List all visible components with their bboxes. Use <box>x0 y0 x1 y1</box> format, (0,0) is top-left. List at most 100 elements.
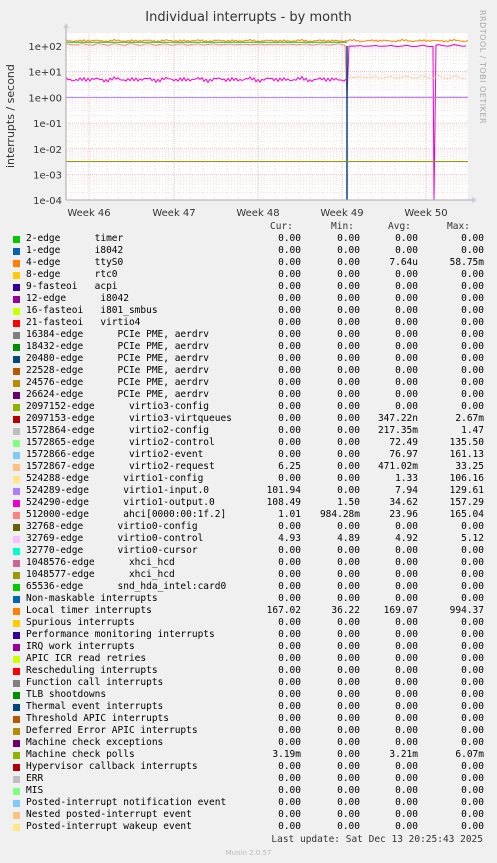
legend-value-max: 0.00 <box>461 785 484 796</box>
legend-value-avg: 34.62 <box>389 497 418 508</box>
chart-plot: 1e+02 1e+01 1e+00 1e-01 1e-02 1e-03 1e-04 Week … <box>28 23 477 219</box>
legend-row: Hypervisor callback interrupts 0.00 0.00 0.… <box>0 761 497 773</box>
legend-row: Performance monitoring interrupts 0.00 0.0… <box>0 629 497 641</box>
legend-value-max: 0.00 <box>461 365 484 376</box>
legend-series-name: 18432-edge PCIe PME, aerdrv <box>26 341 210 352</box>
legend-series-name: 524288-edge virtio1-config <box>26 473 204 484</box>
legend-swatch <box>13 404 20 411</box>
legend-series-name: Threshold APIC interrupts <box>26 713 169 724</box>
legend-value-avg: 1.33 <box>395 473 418 484</box>
legend-swatch <box>13 308 20 315</box>
legend-series-name: 65536-edge snd_hda_intel:card0 <box>26 581 227 592</box>
legend-value-avg: 0.00 <box>395 593 418 604</box>
legend-swatch <box>13 728 20 735</box>
y-tick-label: 1e-04 <box>33 196 62 207</box>
legend-value-max: 0.00 <box>461 713 484 724</box>
legend-value-max: 58.75m <box>449 257 484 268</box>
legend-row: Machine check exceptions 0.00 0.00 0.00 0.00 <box>0 737 497 749</box>
legend-series-name: Machine check exceptions <box>26 737 164 748</box>
legend-value-avg: 72.49 <box>389 437 418 448</box>
legend-series-name: 1572866-edge virtio2-event <box>26 449 204 460</box>
legend-swatch <box>13 704 20 711</box>
legend-swatch <box>13 692 20 699</box>
legend-swatch <box>13 416 20 423</box>
legend-series-name: 12-edge i8042 <box>26 293 129 304</box>
legend-swatch <box>13 632 20 639</box>
legend-value-max: 5.12 <box>461 533 484 544</box>
legend-series-name: 26624-edge PCIe PME, aerdrv <box>26 389 210 400</box>
legend-value-avg: 217.35m <box>377 425 418 436</box>
legend-value-max: 0.00 <box>461 617 484 628</box>
legend-value-max: 1.47 <box>461 425 484 436</box>
legend-value-avg: 0.00 <box>395 545 418 556</box>
legend-row: Thermal event interrupts 0.00 0.00 0.00 0.00 <box>0 701 497 713</box>
y-axis-arrow <box>63 23 69 28</box>
legend-value-avg: 76.97 <box>389 449 418 460</box>
legend-row: 1048577-edge xhci_hcd 0.00 0.00 0.00 0.00 <box>0 569 497 581</box>
legend-value-avg: 0.00 <box>395 377 418 388</box>
legend-swatch <box>13 392 20 399</box>
legend-row: 21-fasteoi virtio4 0.00 0.00 0.00 0.00 <box>0 317 497 329</box>
legend-series-name: 9-fasteoi acpi <box>26 281 118 292</box>
legend-value-avg: 0.00 <box>395 329 418 340</box>
legend-swatch <box>13 272 20 279</box>
legend-series-name: 524289-edge virtio1-input.0 <box>26 485 210 496</box>
legend-row: 32769-edge virtio0-control 4.93 4.89 4.92 5.… <box>0 533 497 545</box>
legend-series-name: Posted-interrupt notification event <box>26 797 227 808</box>
legend-swatch <box>13 428 20 435</box>
legend-swatch <box>13 536 20 543</box>
legend-row: TLB shootdowns 0.00 0.00 0.00 0.00 <box>0 689 497 701</box>
legend-series-name: 24576-edge PCIe PME, aerdrv <box>26 377 210 388</box>
legend-value-avg: 7.94 <box>395 485 418 496</box>
legend-value-max: 135.50 <box>449 437 484 448</box>
legend-value-avg: 0.00 <box>395 665 418 676</box>
legend-series-name: 2-edge timer <box>26 233 124 244</box>
legend-value-max: 129.61 <box>449 485 484 496</box>
legend-swatch <box>13 320 20 327</box>
legend-swatch <box>13 752 20 759</box>
legend-swatch <box>13 620 20 627</box>
legend-row: 4-edge ttyS0 0.00 0.00 7.64u 58.75m <box>0 257 497 269</box>
legend-value-max: 0.00 <box>461 725 484 736</box>
legend-row: Posted-interrupt wakeup event 0.00 0.00 0.0… <box>0 821 497 833</box>
legend-row: 2097153-edge virtio3-virtqueues 0.00 0.00 3… <box>0 413 497 425</box>
legend-value-avg: 0.00 <box>395 521 418 532</box>
legend-swatch <box>13 500 20 507</box>
legend-value-avg: 0.00 <box>395 677 418 688</box>
legend-row: 16384-edge PCIe PME, aerdrv 0.00 0.00 0.00 0… <box>0 329 497 341</box>
y-tick-label: 1e+02 <box>28 42 62 53</box>
legend-value-avg: 0.00 <box>395 725 418 736</box>
legend-row: 65536-edge snd_hda_intel:card0 0.00 0.00 0.… <box>0 581 497 593</box>
legend-value-max: 0.00 <box>461 653 484 664</box>
legend-series-name: Nested posted-interrupt event <box>26 809 192 820</box>
legend-swatch <box>13 596 20 603</box>
legend-row: APIC ICR read retries 0.00 0.00 0.00 0.00 <box>0 653 497 665</box>
legend-row: 1572865-edge virtio2-control 0.00 0.00 72.4… <box>0 437 497 449</box>
legend-row: 2097152-edge virtio3-config 0.00 0.00 0.00 0… <box>0 401 497 413</box>
legend-series-name: 32768-edge virtio0-config <box>26 521 198 532</box>
legend-series-name: 1-edge i8042 <box>26 245 124 256</box>
legend-swatch <box>13 344 20 351</box>
legend-value-avg: 0.00 <box>395 617 418 628</box>
legend-row: 32770-edge virtio0-cursor 0.00 0.00 0.00 0.0… <box>0 545 497 557</box>
legend-series-name: 1572864-edge virtio2-config <box>26 425 210 436</box>
legend-value-max: 0.00 <box>461 629 484 640</box>
legend-value-avg: 7.64u <box>389 257 418 268</box>
y-tick-label: 1e-03 <box>33 171 62 182</box>
legend-value-avg: 0.00 <box>395 281 418 292</box>
legend-value-max: 0.00 <box>461 305 484 316</box>
legend-row: Local timer interrupts 167.02 36.22 169.07 9… <box>0 605 497 617</box>
x-tick-label: Week 50 <box>404 208 447 219</box>
legend-row: MIS 0.00 0.00 0.00 0.00 <box>0 785 497 797</box>
legend-value-max: 0.00 <box>461 773 484 784</box>
legend-series-name: Machine check polls <box>26 749 135 760</box>
legend-value-max: 106.16 <box>449 473 484 484</box>
legend-swatch <box>13 452 20 459</box>
x-tick-label: Week 46 <box>67 208 110 219</box>
legend-series-name: Spurious interrupts <box>26 617 135 628</box>
legend-value-avg: 3.21m <box>389 749 418 760</box>
legend-swatch <box>13 488 20 495</box>
legend-row: 1-edge i8042 0.00 0.00 0.00 0.00 <box>0 245 497 257</box>
x-axis-arrow <box>472 197 477 203</box>
legend-series-name: 16-fasteoi i801_smbus <box>26 305 158 316</box>
